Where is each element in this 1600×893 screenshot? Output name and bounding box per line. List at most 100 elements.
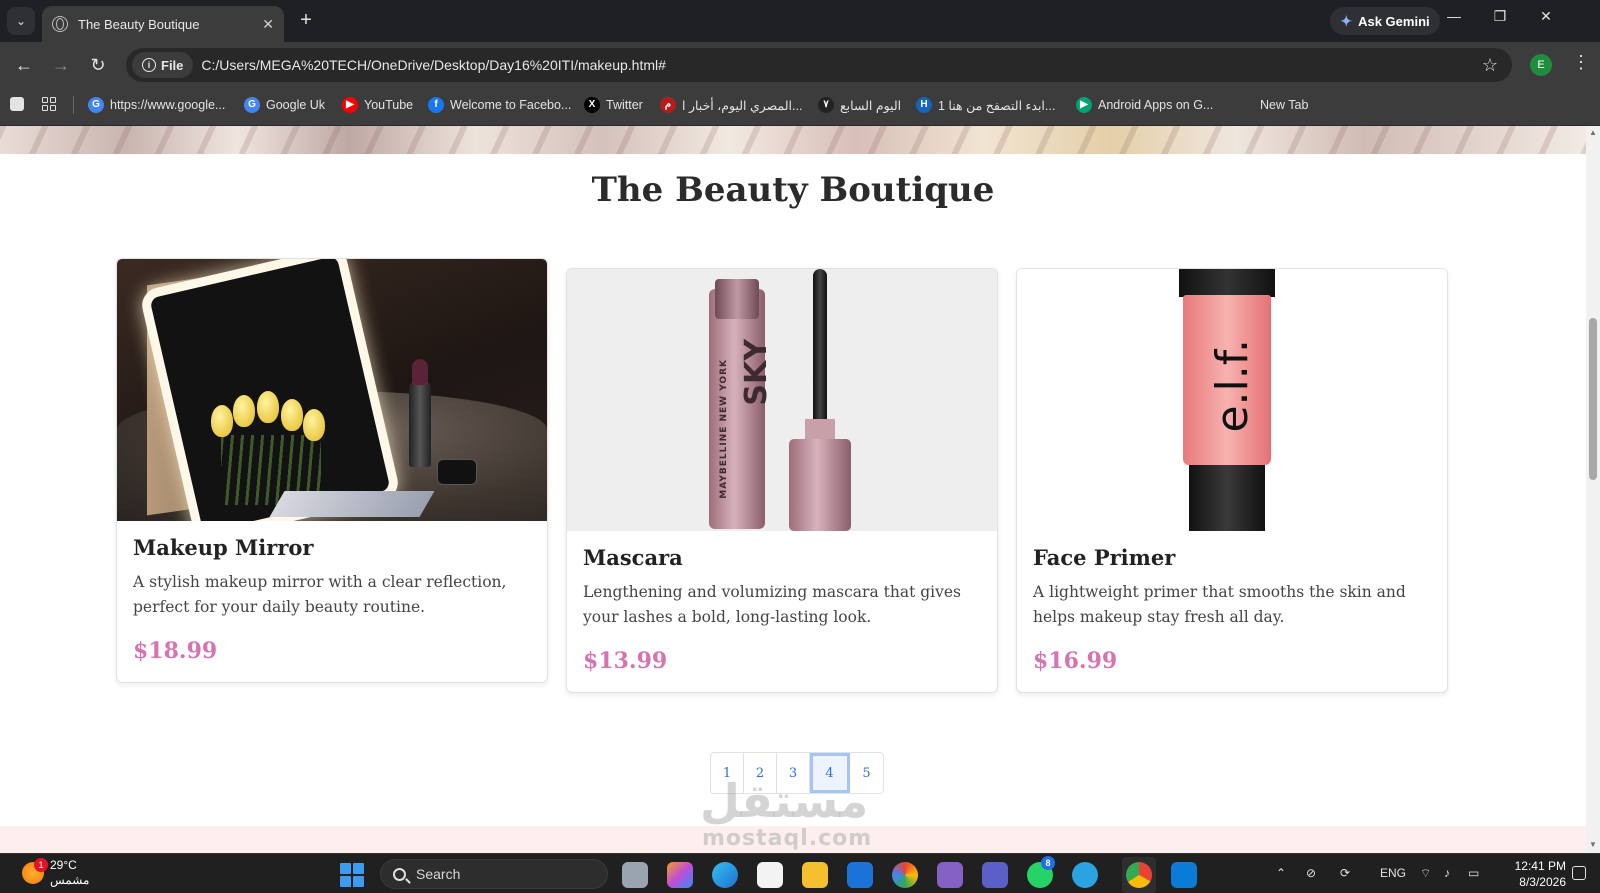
product-name: Face Primer bbox=[1033, 545, 1176, 570]
forward-button[interactable]: → bbox=[49, 53, 73, 77]
language-indicator[interactable]: ENG bbox=[1380, 866, 1406, 880]
bookmark-label: Google Uk bbox=[266, 98, 326, 112]
reload-button[interactable]: ↻ bbox=[86, 53, 110, 77]
product-card-mascara[interactable]: MAYBELLINE NEW YORK SKY Mascara Lengthen… bbox=[566, 268, 998, 693]
profile-avatar[interactable]: E bbox=[1530, 54, 1552, 76]
mute-notifications-icon[interactable]: ⊘ bbox=[1306, 866, 1316, 880]
search-placeholder: Search bbox=[416, 866, 461, 882]
product-name: Mascara bbox=[583, 545, 683, 570]
bookmark-favicon-icon: X bbox=[584, 97, 600, 113]
product-card-makeup-mirror[interactable]: Makeup Mirror A stylish makeup mirror wi… bbox=[116, 258, 548, 683]
volume-icon[interactable]: ♪ bbox=[1444, 866, 1450, 880]
copilot-icon[interactable] bbox=[667, 862, 693, 888]
outlook-icon[interactable] bbox=[847, 862, 873, 888]
bookmark-favicon-icon: G bbox=[88, 97, 104, 113]
url-text[interactable]: C:/Users/MEGA%20TECH/OneDrive/Desktop/Da… bbox=[201, 57, 666, 73]
clock-date: 8/3/2026 bbox=[1519, 875, 1566, 889]
sidebar-icon[interactable] bbox=[10, 97, 24, 111]
tab-search-button[interactable]: ⌄ bbox=[7, 7, 35, 35]
gemini-sparkle-icon: ✦ bbox=[1340, 12, 1353, 29]
back-button[interactable]: ← bbox=[12, 53, 36, 77]
vertical-scrollbar[interactable]: ▲ ▼ bbox=[1586, 126, 1600, 853]
file-explorer-icon[interactable] bbox=[802, 862, 828, 888]
sync-icon[interactable]: ⟳ bbox=[1340, 866, 1350, 880]
clock[interactable]: 12:41 PM 8/3/2026 bbox=[1502, 858, 1566, 890]
bookmark-item[interactable]: X Twitter bbox=[584, 95, 643, 115]
makeup-mirror-image bbox=[117, 259, 547, 521]
watermark-logo: مستقل bbox=[700, 774, 869, 828]
weather-widget[interactable]: 1 29°C مشمس bbox=[22, 858, 89, 888]
file-label: File bbox=[161, 57, 184, 73]
bookmark-favicon-icon: ٧ bbox=[818, 97, 834, 113]
new-tab-button[interactable]: + bbox=[294, 9, 318, 32]
bookmark-item[interactable]: New Tab bbox=[1238, 95, 1308, 115]
product-card-face-primer[interactable]: e.l.f. Face Primer A lightweight primer … bbox=[1016, 268, 1448, 693]
wifi-icon[interactable]: ⌔ bbox=[1420, 866, 1431, 881]
bookmark-item[interactable]: f Welcome to Facebo... bbox=[428, 95, 571, 115]
restore-button[interactable]: ❐ bbox=[1488, 8, 1512, 25]
bookmark-label: YouTube bbox=[364, 98, 414, 112]
whatsapp-icon[interactable]: 8 bbox=[1027, 856, 1055, 888]
product-price: $13.99 bbox=[583, 648, 668, 674]
task-view-icon[interactable] bbox=[622, 862, 648, 888]
edge-icon[interactable] bbox=[712, 862, 738, 888]
ask-gemini-button[interactable]: ✦ Ask Gemini bbox=[1330, 7, 1440, 35]
chrome-icon[interactable] bbox=[1126, 862, 1152, 888]
teams-icon[interactable] bbox=[982, 862, 1008, 888]
visual-studio-icon[interactable] bbox=[937, 862, 963, 888]
bookmark-star-icon[interactable]: ☆ bbox=[1482, 55, 1498, 76]
primer-logo-text: e.l.f. bbox=[1207, 339, 1258, 433]
clock-time: 12:41 PM bbox=[1514, 859, 1566, 873]
bookmark-favicon-icon: f bbox=[428, 97, 444, 113]
globe-icon bbox=[52, 16, 68, 32]
bookmark-label: المصري اليوم، أخبار ا... bbox=[682, 98, 803, 113]
bookmark-label: ابدء التصفح من هنا 1... bbox=[938, 98, 1056, 113]
product-description: A stylish makeup mirror with a clear ref… bbox=[133, 573, 507, 616]
product-price: $18.99 bbox=[133, 638, 218, 664]
store-icon[interactable] bbox=[757, 862, 783, 888]
weather-badge: 1 bbox=[34, 858, 48, 872]
bookmark-item[interactable]: ▶ YouTube bbox=[342, 95, 413, 115]
browser-menu-icon[interactable]: ⋮ bbox=[1572, 52, 1590, 73]
ask-gemini-label: Ask Gemini bbox=[1358, 13, 1430, 29]
taskbar-search[interactable]: Search bbox=[380, 859, 608, 889]
scroll-up-icon[interactable]: ▲ bbox=[1589, 128, 1597, 137]
hero-banner-image bbox=[0, 126, 1586, 154]
telegram-icon[interactable] bbox=[1072, 862, 1098, 888]
product-description: Lengthening and volumizing mascara that … bbox=[583, 583, 962, 626]
whatsapp-badge: 8 bbox=[1041, 856, 1055, 870]
photos-icon[interactable] bbox=[892, 862, 918, 888]
battery-icon[interactable]: ▭ bbox=[1468, 866, 1479, 880]
face-primer-image: e.l.f. bbox=[1017, 269, 1447, 531]
address-bar[interactable]: i File C:/Users/MEGA%20TECH/OneDrive/Des… bbox=[126, 48, 1512, 82]
site-info-chip[interactable]: i File bbox=[132, 52, 194, 78]
show-hidden-icons-icon[interactable]: ⌃ bbox=[1276, 866, 1286, 880]
watermark-url: mostaql.com bbox=[702, 826, 873, 851]
bookmark-item[interactable]: G Google Uk bbox=[244, 95, 325, 115]
browser-toolbar: ← → ↻ i File C:/Users/MEGA%20TECH/OneDri… bbox=[0, 42, 1600, 88]
tab-close-icon[interactable]: ✕ bbox=[262, 16, 274, 33]
weather-temp: 29°C bbox=[50, 858, 77, 872]
scroll-thumb[interactable] bbox=[1589, 318, 1597, 480]
bookmark-favicon-icon: م bbox=[660, 97, 676, 113]
close-window-button[interactable]: ✕ bbox=[1534, 8, 1558, 25]
start-button[interactable] bbox=[340, 863, 364, 887]
bookmark-favicon-icon: ▶ bbox=[1076, 97, 1092, 113]
vscode-icon[interactable] bbox=[1171, 862, 1197, 888]
product-description: A lightweight primer that smooths the sk… bbox=[1033, 583, 1406, 626]
bookmark-item[interactable]: Ghttps://www.google... bbox=[88, 95, 225, 115]
scroll-down-icon[interactable]: ▼ bbox=[1589, 840, 1597, 849]
mascara-image: MAYBELLINE NEW YORK SKY bbox=[567, 269, 997, 531]
bookmark-label: اليوم السابع bbox=[840, 98, 902, 113]
search-icon bbox=[393, 867, 406, 881]
bookmarks-divider bbox=[73, 96, 74, 114]
active-tab[interactable]: The Beauty Boutique ✕ bbox=[42, 6, 284, 42]
minimize-button[interactable]: — bbox=[1442, 8, 1466, 24]
bookmark-item[interactable]: H ابدء التصفح من هنا 1... bbox=[916, 95, 1055, 115]
notification-icon[interactable] bbox=[1572, 866, 1586, 880]
bookmark-item[interactable]: م المصري اليوم، أخبار ا... bbox=[660, 95, 802, 115]
apps-grid-icon[interactable] bbox=[42, 97, 56, 111]
bookmark-item[interactable]: ٧ اليوم السابع bbox=[818, 95, 901, 115]
bookmark-favicon-icon: ▶ bbox=[342, 97, 358, 113]
bookmark-item[interactable]: ▶ Android Apps on G... bbox=[1076, 95, 1213, 115]
